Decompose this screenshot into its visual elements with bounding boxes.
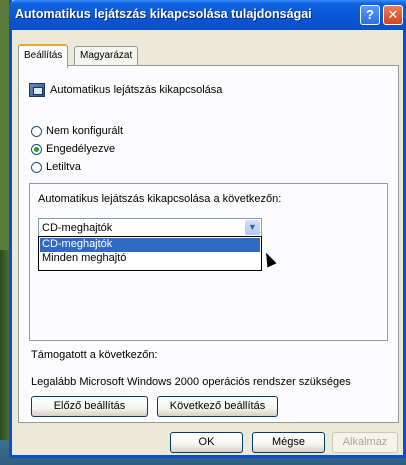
next-setting-button[interactable]: Következő beállítás [157,396,278,417]
options-group: Automatikus lejátszás kikapcsolása a köv… [29,183,388,341]
radio-button[interactable] [31,125,42,137]
radio-button[interactable] [31,143,42,155]
drive-select[interactable]: CD-meghajtók ▼ [38,218,262,237]
cancel-button[interactable]: Mégse [252,432,325,453]
options-label: Automatikus lejátszás kikapcsolása a köv… [38,193,282,205]
settings-panel: Automatikus lejátszás kikapcsolása Nem k… [18,65,399,423]
drive-dropdown-list: CD-meghajtók Minden meghajtó [38,236,262,271]
ok-button[interactable]: OK [170,432,243,453]
radio-disabled[interactable]: Letiltva [31,161,81,173]
policy-icon [29,83,45,97]
policy-header: Automatikus lejátszás kikapcsolása [29,83,222,97]
radio-label: Engedélyezve [46,143,116,155]
previous-setting-button[interactable]: Előző beállítás [31,396,148,417]
tab-beallitas[interactable]: Beállítás [18,44,69,68]
apply-button[interactable]: Alkalmaz [332,432,398,453]
tab-magyarazat[interactable]: Magyarázat [74,46,139,66]
close-button[interactable]: ✕ [383,5,403,25]
radio-label: Nem konfigurált [46,125,124,137]
drive-select-value: CD-meghajtók [42,222,113,234]
dropdown-item-cd[interactable]: CD-meghajtók [40,238,260,252]
dropdown-item-all[interactable]: Minden meghajtó [40,252,260,266]
title-bar[interactable]: Automatikus lejátszás kikapcsolása tulaj… [9,0,406,30]
mouse-cursor-icon [261,250,277,268]
chevron-down-icon[interactable]: ▼ [245,220,260,235]
help-button[interactable]: ? [360,5,380,25]
radio-button[interactable] [31,161,42,173]
radio-label: Letiltva [46,161,81,173]
radio-not-configured[interactable]: Nem konfigurált [31,125,123,137]
properties-dialog: Automatikus lejátszás kikapcsolása tulaj… [9,0,406,458]
window-title: Automatikus lejátszás kikapcsolása tulaj… [15,7,312,21]
policy-name: Automatikus lejátszás kikapcsolása [50,84,223,96]
radio-enabled[interactable]: Engedélyezve [31,143,115,155]
supported-label: Támogatott a következőn: [31,349,158,361]
supported-text: Legalább Microsoft Windows 2000 operáció… [31,376,351,388]
